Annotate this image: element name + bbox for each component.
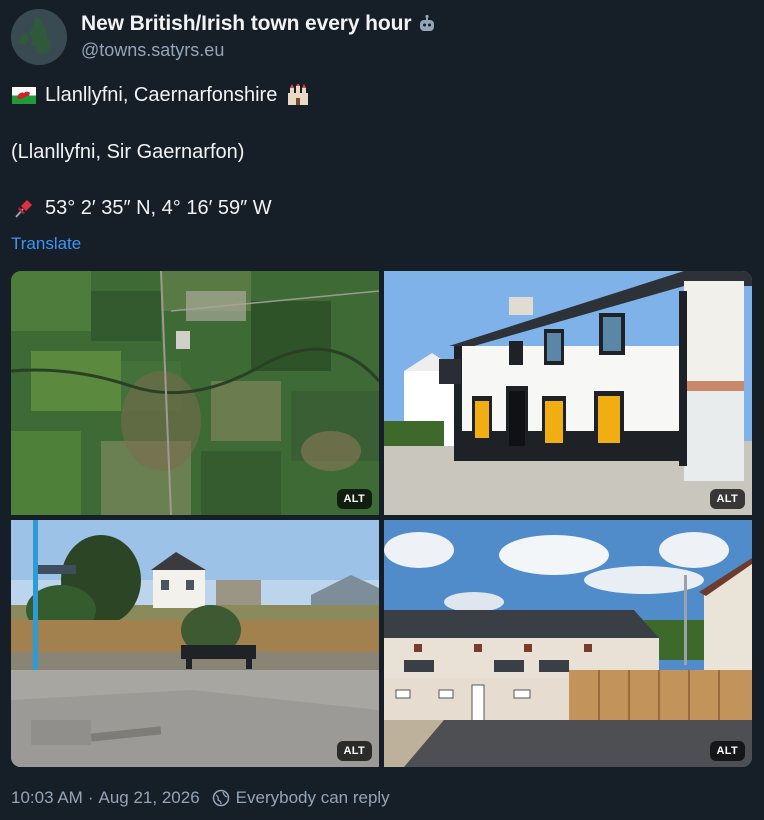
alt-badge[interactable]: ALT [709, 741, 745, 761]
footer-separator: · [87, 788, 94, 807]
author-handle[interactable]: @towns.satyrs.eu [81, 40, 224, 61]
bot-icon [417, 14, 437, 34]
post-line-coordinates: 53° 2′ 35″ N, 4° 16′ 59″ W [11, 196, 751, 220]
pub-building-image[interactable]: ALT [384, 271, 752, 515]
alt-badge[interactable]: ALT [336, 741, 372, 761]
post-title-text: Llanllyfni, Caernarfonshire [45, 83, 278, 106]
image-grid: ALT ALT ALT ALT [11, 271, 752, 767]
street-corner-image[interactable]: ALT [11, 520, 379, 767]
post-footer: 10:03 AM · Aug 21, 2026 Everybody can re… [11, 788, 390, 808]
post-line-welsh-name: (Llanllyfni, Sir Gaernarfon) [11, 141, 245, 163]
post-header: New British/Irish town every hour @towns… [11, 9, 751, 65]
pushpin-emoji [11, 196, 37, 220]
globe-icon [212, 789, 230, 807]
translate-link[interactable]: Translate [11, 234, 81, 254]
terraced-houses-image[interactable]: ALT [384, 520, 752, 767]
coordinates-text: 53° 2′ 35″ N, 4° 16′ 59″ W [45, 196, 272, 219]
author-row[interactable]: New British/Irish town every hour [81, 12, 437, 36]
alt-badge[interactable]: ALT [336, 489, 372, 509]
satellite-map-image[interactable]: ALT [11, 271, 379, 515]
post-date[interactable]: Aug 21, 2026 [99, 788, 200, 808]
wales-flag-emoji [11, 83, 37, 107]
post-line-title: Llanllyfni, Caernarfonshire [11, 83, 751, 107]
castle-emoji [285, 83, 311, 107]
reply-setting[interactable]: Everybody can reply [236, 788, 390, 808]
map-avatar-icon[interactable] [11, 9, 67, 65]
author-display-name[interactable]: New British/Irish town every hour [81, 12, 412, 36]
alt-badge[interactable]: ALT [709, 489, 745, 509]
post-time[interactable]: 10:03 AM [11, 788, 83, 808]
